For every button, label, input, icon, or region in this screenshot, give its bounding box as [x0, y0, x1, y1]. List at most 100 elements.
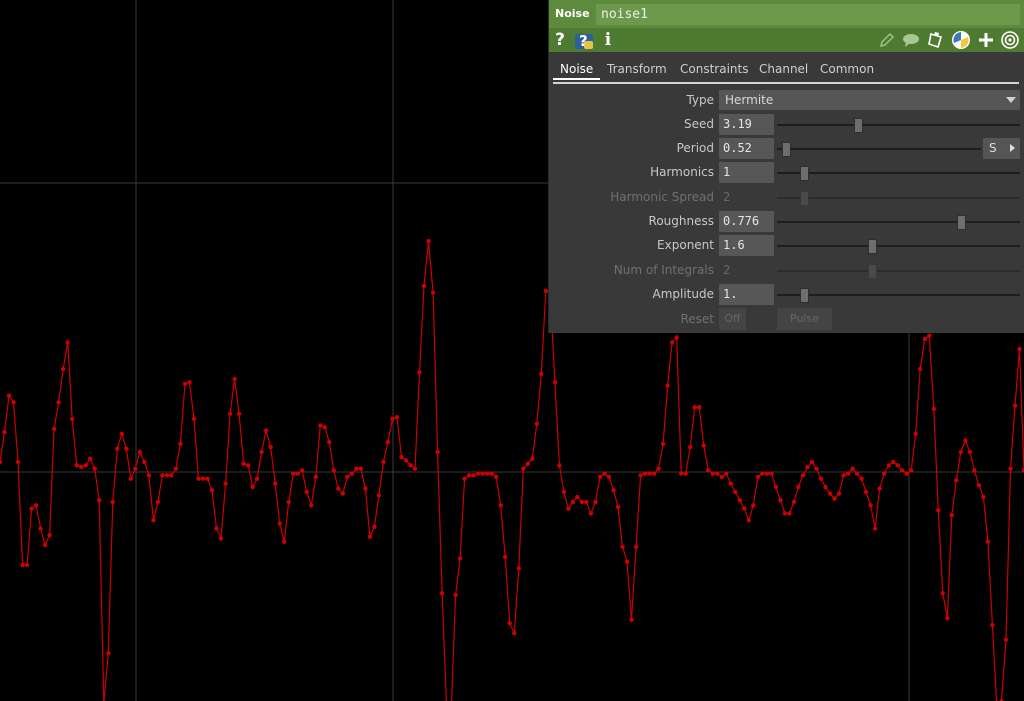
amplitude-slider-handle[interactable] [800, 288, 810, 303]
active-tab-indicator [553, 78, 600, 80]
sample-point [232, 376, 237, 382]
sample-point [877, 486, 882, 491]
sample-point [633, 544, 639, 549]
harmonics-slider-track[interactable] [777, 172, 1020, 174]
sample-point [426, 238, 431, 244]
sample-point [719, 474, 724, 480]
sample-point [286, 499, 291, 505]
python-help-icon[interactable]: ? [573, 28, 595, 52]
reset-pulse-button: Pulse [777, 308, 832, 330]
sample-point [512, 631, 517, 636]
seed-slider-handle[interactable] [854, 118, 864, 133]
sample-point [683, 471, 688, 476]
amplitude-slider-track[interactable] [777, 294, 1020, 296]
tab-common[interactable]: Common [820, 62, 874, 76]
exponent-slider-handle[interactable] [868, 239, 878, 254]
sample-point [408, 463, 413, 468]
sample-point [453, 592, 458, 598]
sample-point [363, 486, 368, 491]
param-row-harmonic-spread: Harmonic Spread 2 [549, 186, 1024, 210]
sample-point [1008, 466, 1013, 471]
exponent-field[interactable]: 1.6 [719, 235, 774, 256]
sample-point [769, 471, 774, 476]
target-icon[interactable] [1000, 28, 1020, 52]
sample-point [814, 466, 819, 471]
sample-point [178, 441, 183, 446]
sample-point [358, 466, 364, 471]
tab-channel[interactable]: Channel [759, 62, 808, 76]
python-icon[interactable] [950, 28, 972, 52]
amplitude-field[interactable]: 1. [719, 284, 774, 305]
seed-label: Seed [684, 117, 714, 131]
period-slider-handle[interactable] [781, 142, 791, 157]
sample-point [602, 471, 607, 476]
sample-point [615, 504, 621, 510]
sample-point [525, 461, 530, 466]
sample-point [940, 591, 945, 596]
sample-point [250, 484, 255, 490]
sample-point [931, 406, 936, 412]
sample-point [164, 473, 170, 478]
roughness-slider-track[interactable] [777, 221, 1020, 223]
sample-point [218, 536, 224, 541]
clipboard-icon[interactable] [926, 28, 946, 52]
type-dropdown[interactable]: Hermite [719, 90, 1020, 110]
operator-name-field[interactable]: noise1 [596, 4, 1020, 25]
sample-point [236, 411, 242, 416]
sample-point [638, 473, 643, 478]
sample-point [597, 474, 603, 480]
sample-point [372, 524, 377, 529]
sample-point [886, 463, 891, 468]
info-icon[interactable]: i [602, 28, 614, 52]
sample-point [304, 489, 309, 495]
sample-point [254, 476, 260, 481]
exponent-slider-track[interactable] [777, 245, 1020, 247]
seed-slider-track[interactable] [777, 124, 1020, 126]
sample-point [462, 476, 467, 481]
sample-point [466, 473, 472, 478]
sample-point [245, 463, 251, 468]
sample-point [394, 415, 400, 420]
sample-point [882, 471, 887, 476]
panel-toolbar: ? ? i [549, 28, 1024, 52]
sample-point [958, 449, 963, 455]
period-field[interactable]: 0.52 [719, 138, 774, 159]
sample-point [485, 471, 490, 476]
sample-point [214, 526, 219, 531]
period-units-button[interactable]: S [983, 138, 1020, 159]
period-slider-track[interactable] [777, 148, 981, 150]
sample-point [124, 446, 129, 451]
comment-icon[interactable] [901, 28, 921, 52]
sample-point [1012, 403, 1018, 408]
sample-point [566, 506, 571, 511]
sample-point [435, 449, 440, 455]
sample-point [588, 511, 594, 516]
sample-point [845, 471, 851, 476]
sample-point [142, 459, 147, 465]
tab-constraints[interactable]: Constraints [680, 62, 748, 76]
sample-point [349, 471, 355, 476]
tab-transform[interactable]: Transform [607, 62, 667, 76]
param-row-type: Type Hermite [549, 89, 1024, 113]
roughness-slider-handle[interactable] [957, 215, 967, 230]
plus-icon[interactable] [977, 28, 995, 52]
sample-point [2, 429, 7, 435]
roughness-field[interactable]: 0.776 [719, 211, 774, 232]
sample-point [674, 335, 679, 340]
sample-point [850, 466, 855, 471]
pencil-icon[interactable] [878, 28, 896, 52]
help-icon[interactable]: ? [553, 28, 567, 52]
sample-point [836, 491, 842, 496]
sample-point [24, 562, 30, 568]
sample-point [227, 411, 233, 416]
sample-point [196, 476, 201, 481]
sample-point [642, 471, 648, 476]
sample-point [651, 471, 657, 476]
harmonics-field[interactable]: 1 [719, 162, 774, 183]
harmonics-slider-handle[interactable] [800, 166, 810, 181]
tab-noise[interactable]: Noise [560, 62, 593, 76]
sample-point [15, 459, 21, 465]
seed-field[interactable]: 3.19 [719, 114, 774, 135]
sample-point [42, 542, 48, 548]
harmonic-spread-slider-handle [800, 191, 810, 206]
